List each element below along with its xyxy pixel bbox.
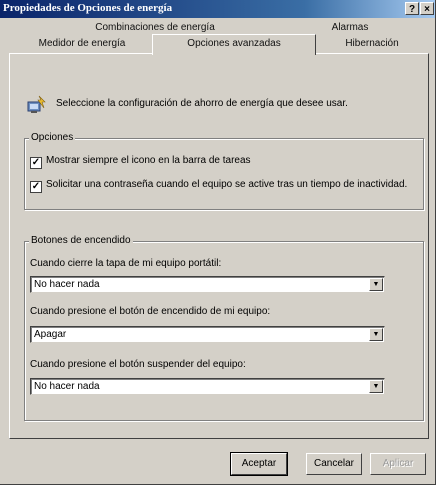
tab-opciones-avanzadas[interactable]: Opciones avanzadas [152,34,316,55]
power-button-label: Cuando presione el botón de encendido de… [30,306,271,317]
sleep-button-select[interactable]: No hacer nada ▼ [30,378,385,395]
checkbox-show-tray-icon[interactable]: ✓ [30,157,42,169]
lid-close-value: No hacer nada [34,279,100,290]
window-title: Propiedades de Opciones de energía [3,2,173,14]
require-password-option[interactable]: ✓ Solicitar una contraseña cuando el equi… [30,179,407,193]
intro-text: Seleccione la configuración de ahorro de… [56,98,348,109]
help-button[interactable]: ? [405,2,419,15]
power-button-value: Apagar [34,329,67,340]
apply-button[interactable]: Aplicar [370,453,426,475]
chevron-down-icon[interactable]: ▼ [369,380,383,393]
chevron-down-icon[interactable]: ▼ [369,328,383,341]
checkbox-require-password[interactable]: ✓ [30,181,42,193]
close-button[interactable]: × [420,2,434,15]
power-buttons-group: Botones de encendido Cuando cierre la ta… [24,235,424,421]
tab-hibernacion[interactable]: Hibernación [316,36,428,53]
lid-close-select[interactable]: No hacer nada ▼ [30,276,385,293]
dialog-window: Propiedades de Opciones de energía ? × C… [0,0,436,485]
sleep-button-label: Cuando presione el botón suspender del e… [30,359,246,370]
chevron-down-icon[interactable]: ▼ [369,278,383,291]
show-tray-icon-option[interactable]: ✓ Mostrar siempre el icono en la barra de… [30,155,251,169]
power-button-select[interactable]: Apagar ▼ [30,326,385,343]
power-settings-icon [27,95,46,113]
require-password-label: Solicitar una contraseña cuando el equip… [46,179,408,190]
ok-button[interactable]: Aceptar [230,452,288,476]
lid-close-label: Cuando cierre la tapa de mi equipo portá… [30,258,222,269]
cancel-button[interactable]: Cancelar [306,453,362,475]
title-bar[interactable]: Propiedades de Opciones de energía ? × [0,0,435,18]
options-group: Opciones ✓ Mostrar siempre el icono en la… [24,132,424,210]
options-legend: Opciones [29,132,76,143]
tab-medidor[interactable]: Medidor de energía [12,36,152,53]
power-buttons-legend: Botones de encendido [29,235,133,246]
show-tray-icon-label: Mostrar siempre el icono en la barra de … [46,155,251,166]
sleep-button-value: No hacer nada [34,381,100,392]
